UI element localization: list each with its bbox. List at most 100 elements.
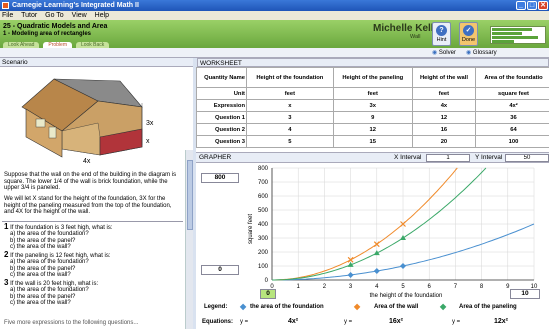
scenario-paragraph-2: We will let X stand for the height of th… — [4, 196, 172, 215]
table-cell[interactable]: 16 — [411, 123, 477, 136]
equation-3-rhs[interactable]: 12x² — [494, 318, 508, 325]
table-row: Question 3 5 15 20 100 — [196, 135, 549, 148]
menu-view[interactable]: View — [72, 12, 87, 19]
question-part: c) the area of the wall? — [10, 271, 71, 278]
y-tick-label: 0 — [265, 278, 269, 284]
question-2: 2 If the paneling is 12 feet high, what … — [4, 251, 182, 278]
checkmark-icon: ✓ — [463, 25, 474, 36]
table-cell[interactable]: 4x — [411, 99, 477, 112]
table-cell[interactable]: 64 — [475, 123, 549, 136]
table-cell[interactable]: 12 — [332, 123, 413, 136]
y-min-input[interactable]: 0 — [201, 265, 239, 275]
lesson-tabs: Look Ahead Problem Look Back — [3, 41, 111, 49]
building-diagram: 3x x 4x — [0, 67, 193, 171]
x-tick-label: 4 — [375, 284, 379, 290]
x-axis-label: the height of the foundation — [370, 293, 443, 299]
column-header: Height of the wall — [411, 67, 477, 88]
table-cell[interactable]: square feet — [475, 87, 549, 100]
table-cell[interactable]: 5 — [246, 135, 334, 148]
diamond-icon: ◆ — [240, 302, 247, 311]
y-tick-label: 400 — [258, 222, 269, 228]
table-cell[interactable]: 3x — [332, 99, 413, 112]
label-4x: 4x — [83, 158, 91, 165]
scrollbar-thumb[interactable] — [187, 160, 193, 230]
grapher-chart[interactable]: 0 100 200 300 400 500 600 700 800 0 1 2 3 4 5 6 7 8 9 10 sq… — [240, 164, 549, 300]
row-label: Expression — [196, 99, 247, 112]
hint-button[interactable]: ? Hint — [432, 22, 451, 46]
x-tick-label: 5 — [401, 284, 405, 290]
solver-button[interactable]: ◉ Solver — [432, 49, 456, 56]
y-interval-input[interactable] — [505, 154, 549, 162]
table-cell[interactable]: 36 — [475, 111, 549, 124]
x-interval-label: X Interval — [394, 154, 422, 161]
row-label: Unit — [196, 87, 247, 100]
question-lead: If the foundation is 3 feet high, what i… — [10, 225, 113, 231]
legend-item-wall: Area of the wall — [374, 304, 419, 310]
grapher-panel: GRAPHER X Interval Y Interval 800 0 0 10… — [196, 152, 549, 329]
diamond-icon: ◆ — [354, 302, 361, 311]
table-cell[interactable]: 20 — [411, 135, 477, 148]
maximize-button[interactable]: □ — [527, 1, 537, 10]
table-cell[interactable]: 4 — [246, 123, 334, 136]
question-part: c) the area of the wall? — [10, 243, 71, 250]
y-tick-label: 100 — [258, 264, 269, 270]
equation-3-lhs: y = — [452, 319, 461, 325]
minimize-button[interactable]: _ — [516, 1, 526, 10]
menu-file[interactable]: File — [2, 12, 13, 19]
y-max-input[interactable]: 800 — [201, 173, 239, 183]
table-cell[interactable]: 9 — [332, 111, 413, 124]
column-header: Area of the foundatio — [475, 67, 549, 88]
x-tick-label: 1 — [297, 284, 301, 290]
data-point — [347, 271, 354, 278]
user-subtitle: Wall — [410, 34, 421, 40]
table-cell[interactable]: 100 — [475, 135, 549, 148]
done-button[interactable]: ✓ Done — [459, 22, 478, 46]
y-tick-label: 800 — [258, 166, 269, 172]
table-cell[interactable]: 3 — [246, 111, 334, 124]
equations-label: Equations: — [202, 319, 233, 325]
glossary-button[interactable]: ◉ Glossary — [466, 49, 497, 56]
trailing-text: Five more expressions to the following q… — [4, 320, 139, 326]
data-point — [400, 263, 406, 269]
question-part: b) the area of the panel? — [10, 237, 76, 244]
user-name: Michelle Kelly — [373, 23, 440, 34]
question-lead: If the wall is 20 feet high, what is: — [10, 281, 99, 287]
table-cell[interactable]: feet — [411, 87, 477, 100]
title-bar: Carnegie Learning's Integrated Math II _… — [0, 0, 549, 11]
x-interval-input[interactable] — [426, 154, 470, 162]
question-part: a) the area of the foundation? — [10, 259, 89, 266]
divider — [2, 221, 183, 222]
table-cell[interactable]: feet — [246, 87, 334, 100]
x-tick-label: 10 — [531, 284, 538, 290]
scenario-scrollbar[interactable] — [185, 150, 193, 329]
question-part: a) the area of the foundation? — [10, 231, 89, 238]
menu-help[interactable]: Help — [95, 12, 109, 19]
close-button[interactable]: ✕ — [538, 1, 548, 10]
x-tick-label: 7 — [454, 284, 458, 290]
lesson-header: 25 - Quadratic Models and Area 1 - Model… — [0, 20, 549, 49]
legend-item-paneling: Area of the paneling — [459, 304, 517, 310]
grapher-header: GRAPHER X Interval Y Interval — [196, 153, 549, 163]
scenario-paragraph-1: Suppose that the wall on the end of the … — [4, 172, 177, 191]
table-cell[interactable]: 15 — [332, 135, 413, 148]
row-label: Question 1 — [196, 111, 247, 124]
legend-item-foundation: the area of the foundation — [250, 304, 324, 310]
worksheet-table: Quantity Name Height of the foundation H… — [196, 67, 549, 148]
equation-2-rhs[interactable]: 16x² — [389, 318, 403, 325]
table-cell[interactable]: 12 — [411, 111, 477, 124]
table-cell[interactable]: 4x² — [475, 99, 549, 112]
table-cell[interactable]: x — [246, 99, 334, 112]
table-cell[interactable]: feet — [332, 87, 413, 100]
menu-tutor[interactable]: Tutor — [21, 12, 37, 19]
menu-goto[interactable]: Go To — [45, 12, 64, 19]
equation-1-rhs[interactable]: 4x² — [288, 318, 298, 325]
x-tick-label: 6 — [428, 284, 432, 290]
section-title: 1 - Modeling area of rectangles — [3, 31, 92, 37]
data-point — [400, 235, 406, 240]
y-tick-label: 600 — [258, 194, 269, 200]
worksheet-heading: WORKSHEET — [197, 58, 549, 67]
label-3x: 3x — [146, 120, 154, 127]
app-icon — [2, 2, 9, 9]
glossary-label: Glossary — [472, 50, 497, 56]
question-number: 1 — [4, 222, 9, 231]
